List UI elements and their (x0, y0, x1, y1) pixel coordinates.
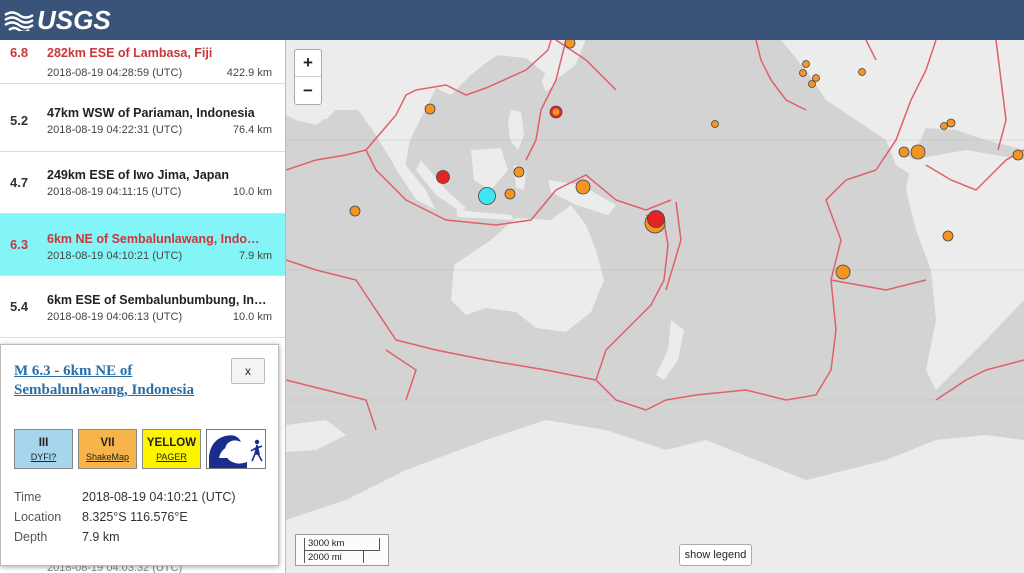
event-magnitude: 6.3 (10, 237, 29, 252)
dyfi-value: III (38, 436, 49, 449)
zoom-in-button[interactable]: + (295, 50, 321, 77)
event-time: 2018-08-19 04:11:15 (UTC) (47, 186, 182, 198)
location-value: 8.325°S 116.576°E (82, 510, 188, 524)
shakemap-value: VII (100, 436, 115, 449)
event-popup: M 6.3 - 6km NE of Sembalunlawang, Indone… (0, 344, 279, 566)
time-value: 2018-08-19 04:10:21 (UTC) (82, 490, 236, 504)
popup-title-link[interactable]: M 6.3 - 6km NE of Sembalunlawang, Indone… (14, 362, 214, 400)
event-depth: 76.4 km (232, 124, 272, 136)
event-depth: 7.9 km (238, 250, 272, 262)
list-item[interactable]: 5.2 47km WSW of Pariaman, Indonesia 2018… (0, 90, 285, 152)
list-item-selected[interactable]: 6.3 6km NE of Sembalunlawang, Indo… 2018… (0, 214, 285, 276)
pager-label: PAGER (156, 451, 187, 462)
close-button[interactable]: x (231, 358, 265, 384)
event-depth: 10.0 km (232, 311, 272, 323)
event-place: 6km ESE of Sembalunbumbung, In… (47, 293, 267, 307)
zoom-out-button[interactable]: − (295, 77, 321, 104)
event-place: 249km ESE of Iwo Jima, Japan (47, 168, 230, 182)
dyfi-label: DYFI? (30, 451, 57, 462)
zoom-control: + − (294, 49, 322, 105)
world-map[interactable] (286, 40, 1024, 573)
event-place: 47km WSW of Pariaman, Indonesia (47, 106, 255, 120)
map-canvas (286, 40, 1024, 573)
depth-label: Depth (14, 530, 48, 544)
map-scale: 3000 km 2000 mi (295, 534, 389, 566)
usgs-wave-icon (4, 11, 34, 31)
event-details: Time 2018-08-19 04:10:21 (UTC) Location 8.… (14, 487, 236, 547)
event-time: 2018-08-19 04:28:59 (UTC) (47, 67, 183, 79)
list-item[interactable]: 5.4 6km ESE of Sembalunbumbung, In… 2018… (0, 276, 285, 338)
pager-badge[interactable]: YELLOW PAGER (142, 429, 201, 469)
event-time: 2018-08-19 04:22:31 (UTC) (47, 124, 183, 136)
event-depth: 10.0 km (232, 186, 272, 198)
pager-value: YELLOW (146, 436, 197, 449)
shakemap-badge[interactable]: VII ShakeMap (78, 429, 137, 469)
usgs-logo[interactable]: USGS (4, 5, 111, 36)
show-legend-button[interactable]: show legend (679, 544, 752, 566)
event-place: 6km NE of Sembalunlawang, Indo… (47, 232, 260, 246)
location-label: Location (14, 510, 62, 524)
list-item[interactable]: 6.8 282km ESE of Lambasa, Fiji 2018-08-1… (0, 40, 285, 84)
event-place: 282km ESE of Lambasa, Fiji (47, 46, 213, 60)
app-header: USGS (0, 0, 1024, 40)
event-depth: 422.9 km (226, 67, 272, 79)
event-magnitude: 4.7 (10, 175, 29, 190)
event-magnitude: 6.8 (10, 45, 29, 60)
tsunami-wave-icon[interactable] (206, 429, 266, 469)
depth-value: 7.9 km (82, 530, 120, 544)
scale-mi: 2000 mi (304, 550, 364, 563)
event-magnitude: 5.2 (10, 113, 29, 128)
time-label: Time (14, 490, 42, 504)
event-time: 2018-08-19 04:10:21 (UTC) (47, 250, 183, 262)
event-time: 2018-08-19 04:06:13 (UTC) (47, 311, 183, 323)
logo-text: USGS (37, 4, 111, 35)
dyfi-badge[interactable]: III DYFI? (14, 429, 73, 469)
list-item[interactable]: 4.7 249km ESE of Iwo Jima, Japan 2018-08… (0, 152, 285, 214)
shakemap-label: ShakeMap (85, 451, 130, 462)
event-magnitude: 5.4 (10, 299, 29, 314)
